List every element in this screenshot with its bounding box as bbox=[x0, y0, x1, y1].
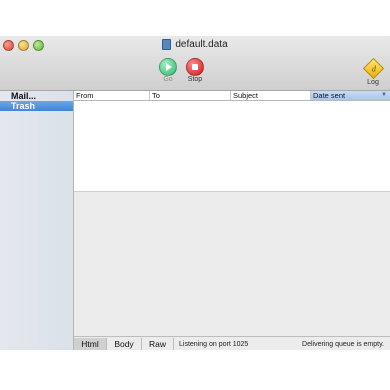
listening-status: Listening on port 1025 bbox=[179, 340, 249, 348]
log-icon: d bbox=[362, 57, 384, 80]
window-title-text: default.data bbox=[175, 39, 228, 50]
column-date-sent[interactable]: Date sent ▼ bbox=[311, 91, 390, 100]
sort-descending-icon: ▼ bbox=[381, 92, 387, 98]
sidebar-item-trash[interactable]: Trash bbox=[0, 101, 73, 111]
column-from[interactable]: From bbox=[74, 91, 150, 100]
stop-icon bbox=[186, 58, 204, 76]
sidebar-item-mail[interactable]: Mail... bbox=[0, 91, 73, 101]
mailbox-sidebar: Mail... Trash bbox=[0, 91, 74, 350]
status-bar: Html Body Raw Listening on port 1025 Del… bbox=[74, 336, 390, 350]
toolbar: default.data Go Stop d Log bbox=[0, 36, 390, 91]
log-label: Log bbox=[367, 79, 379, 86]
column-date-sent-label: Date sent bbox=[313, 91, 346, 100]
log-button[interactable]: d Log bbox=[360, 57, 386, 86]
document-icon bbox=[162, 39, 172, 50]
queue-status: Delivering queue is empty. bbox=[302, 340, 384, 348]
stop-label: Stop bbox=[187, 76, 203, 83]
column-to[interactable]: To bbox=[150, 91, 231, 100]
go-button[interactable]: Go bbox=[159, 58, 177, 83]
go-label: Go bbox=[163, 76, 173, 83]
column-subject[interactable]: Subject bbox=[231, 91, 311, 100]
log-icon-glyph: d bbox=[371, 64, 375, 73]
stop-button[interactable]: Stop bbox=[184, 58, 206, 83]
window-title: default.data bbox=[0, 39, 390, 50]
tab-body[interactable]: Body bbox=[107, 337, 142, 350]
message-list[interactable]: From To Subject Date sent ▼ bbox=[74, 91, 390, 192]
tab-html[interactable]: Html bbox=[74, 337, 107, 350]
tab-raw[interactable]: Raw bbox=[142, 337, 174, 350]
message-preview-pane bbox=[74, 192, 390, 350]
list-header: From To Subject Date sent ▼ bbox=[74, 91, 390, 101]
play-icon bbox=[159, 58, 177, 76]
app-window: default.data Go Stop d Log Mail... Trash… bbox=[0, 36, 390, 350]
